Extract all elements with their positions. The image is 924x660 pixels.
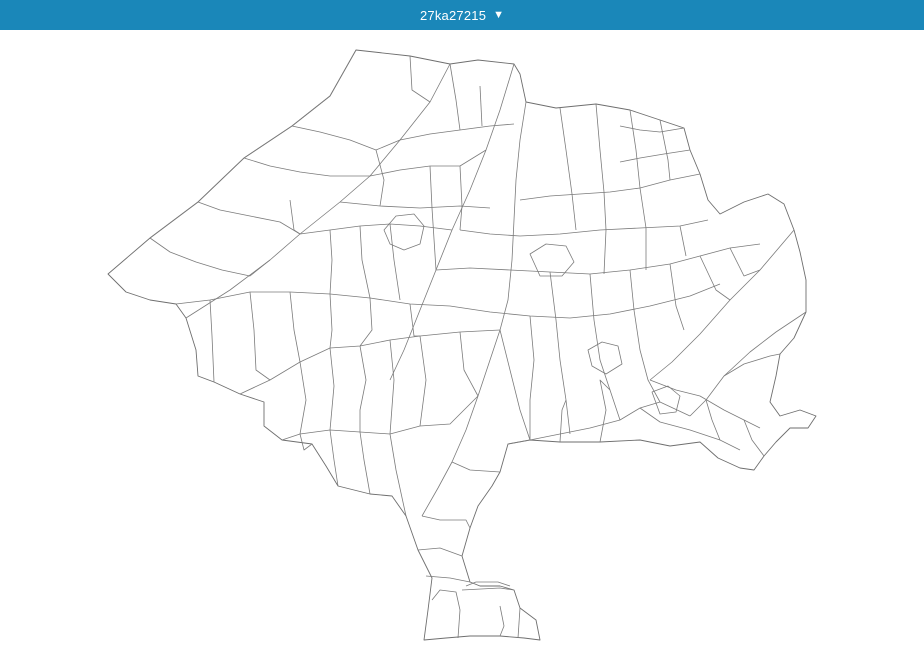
- district-boundary-map: [107, 49, 817, 641]
- region-code-label: 27ka27215: [419, 7, 487, 23]
- region-selector[interactable]: 27ka27215 ▼: [0, 0, 924, 30]
- map-canvas[interactable]: [0, 30, 924, 660]
- map-outer-boundary: [107, 49, 817, 641]
- caret-down-icon: ▼: [493, 8, 505, 21]
